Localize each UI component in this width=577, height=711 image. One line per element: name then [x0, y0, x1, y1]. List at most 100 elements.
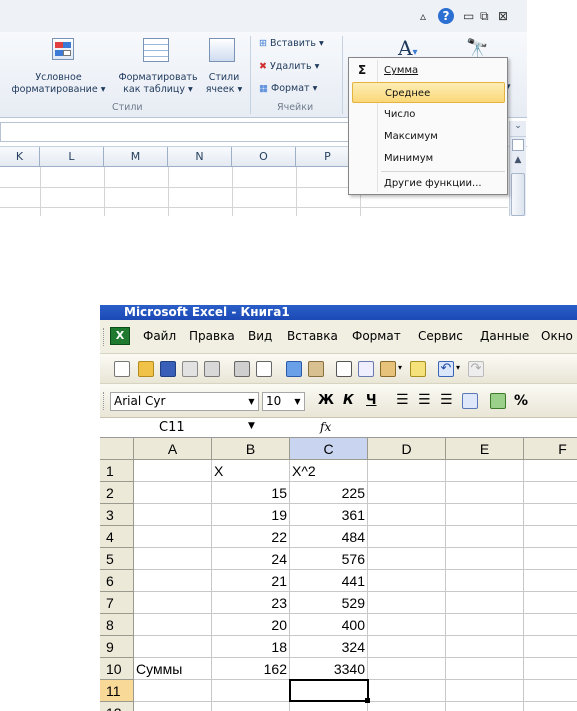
cell-c5[interactable]: 576	[290, 548, 368, 570]
research-icon[interactable]	[308, 361, 324, 377]
cell-f6[interactable]	[524, 570, 577, 592]
cell-styles-button[interactable]: Стили ячеек ▾	[203, 72, 245, 96]
column-header-e[interactable]: E	[446, 438, 524, 460]
column-header-k[interactable]: K	[0, 147, 40, 167]
cell-e9[interactable]	[446, 636, 524, 658]
cell-f5[interactable]	[524, 548, 577, 570]
cell-a6[interactable]	[134, 570, 212, 592]
scroll-up-icon[interactable]: ▲	[510, 155, 526, 169]
font-size-select[interactable]: 10 ▼	[262, 392, 305, 411]
select-all-corner[interactable]	[100, 438, 134, 460]
currency-icon[interactable]	[490, 393, 506, 409]
cell-b10[interactable]: 162	[212, 658, 290, 680]
cell-c3[interactable]: 361	[290, 504, 368, 526]
row-header-9[interactable]: 9	[100, 636, 134, 658]
merge-center-icon[interactable]	[462, 393, 478, 409]
cell-e5[interactable]	[446, 548, 524, 570]
cell-f1[interactable]	[524, 460, 577, 482]
cell-e2[interactable]	[446, 482, 524, 504]
cell-b4[interactable]: 22	[212, 526, 290, 548]
scrollbar-thumb[interactable]	[511, 173, 525, 216]
column-header-a[interactable]: A	[134, 438, 212, 460]
cell-b1[interactable]: X	[212, 460, 290, 482]
cell-d6[interactable]	[368, 570, 446, 592]
cell-f10[interactable]	[524, 658, 577, 680]
chevron-down-icon[interactable]: ▼	[291, 393, 304, 410]
cell-b3[interactable]: 19	[212, 504, 290, 526]
cell-b12[interactable]	[212, 702, 290, 711]
menu-data[interactable]: Данные	[480, 329, 529, 343]
cell-a12[interactable]	[134, 702, 212, 711]
menu-format[interactable]: Формат	[352, 329, 401, 343]
cell-c4[interactable]: 484	[290, 526, 368, 548]
copy-icon[interactable]	[358, 361, 374, 377]
cell-e7[interactable]	[446, 592, 524, 614]
menu-window[interactable]: Окно	[541, 329, 573, 343]
cell-d3[interactable]	[368, 504, 446, 526]
window-close-icon[interactable]: ⊠	[498, 9, 508, 23]
email-icon[interactable]	[204, 361, 220, 377]
chevron-down-icon[interactable]: ▼	[245, 393, 258, 410]
column-header-c[interactable]: C	[290, 438, 368, 460]
chevron-down-icon[interactable]: ▼	[248, 421, 255, 431]
row-header-8[interactable]: 8	[100, 614, 134, 636]
row-header-1[interactable]: 1	[100, 460, 134, 482]
cell-a10[interactable]: Суммы	[134, 658, 212, 680]
cell-b7[interactable]: 23	[212, 592, 290, 614]
column-header-b[interactable]: B	[212, 438, 290, 460]
cell-a9[interactable]	[134, 636, 212, 658]
cell-c12[interactable]	[290, 702, 368, 711]
help-icon[interactable]: ?	[438, 8, 454, 24]
cell-f4[interactable]	[524, 526, 577, 548]
cut-icon[interactable]	[336, 361, 352, 377]
cell-a8[interactable]	[134, 614, 212, 636]
italic-button[interactable]: К	[343, 393, 354, 408]
cell-a2[interactable]	[134, 482, 212, 504]
cell-c7[interactable]: 529	[290, 592, 368, 614]
cell-d11[interactable]	[368, 680, 446, 702]
cell-d1[interactable]	[368, 460, 446, 482]
column-header-f[interactable]: F	[524, 438, 577, 460]
print-preview-icon[interactable]	[256, 361, 272, 377]
window-minimize-icon[interactable]: ▭	[463, 9, 474, 23]
cell-c8[interactable]: 400	[290, 614, 368, 636]
fill-handle[interactable]	[365, 698, 370, 703]
redo-icon[interactable]: ↷	[468, 361, 484, 377]
fx-icon[interactable]: fx	[320, 420, 331, 434]
conditional-formatting-button[interactable]: Условное форматирование ▾	[0, 72, 117, 96]
new-icon[interactable]	[114, 361, 130, 377]
cell-e12[interactable]	[446, 702, 524, 711]
cell-a4[interactable]	[134, 526, 212, 548]
cell-d9[interactable]	[368, 636, 446, 658]
column-header-n[interactable]: N	[168, 147, 232, 167]
menu-item-sum[interactable]: Σ Сумма	[352, 60, 505, 81]
format-as-table-button[interactable]: Форматировать как таблицу ▾	[112, 72, 204, 96]
format-painter-icon[interactable]	[410, 361, 426, 377]
menu-insert[interactable]: Вставка	[287, 329, 338, 343]
cell-a11[interactable]	[134, 680, 212, 702]
row-header-5[interactable]: 5	[100, 548, 134, 570]
spelling-icon[interactable]	[286, 361, 302, 377]
cell-b6[interactable]: 21	[212, 570, 290, 592]
row-header-2[interactable]: 2	[100, 482, 134, 504]
cell-b11[interactable]	[212, 680, 290, 702]
cell-d12[interactable]	[368, 702, 446, 711]
font-name-select[interactable]: Arial Cyr ▼	[110, 392, 259, 411]
bold-button[interactable]: Ж	[318, 393, 334, 408]
cell-c1[interactable]: X^2	[290, 460, 368, 482]
cell-b8[interactable]: 20	[212, 614, 290, 636]
undo-icon[interactable]: ↶	[438, 361, 454, 377]
cell-e11[interactable]	[446, 680, 524, 702]
cell-f3[interactable]	[524, 504, 577, 526]
column-header-m[interactable]: M	[104, 147, 168, 167]
cell-a1[interactable]	[134, 460, 212, 482]
cell-e10[interactable]	[446, 658, 524, 680]
menu-file[interactable]: Файл	[143, 329, 176, 343]
column-header-l[interactable]: L	[40, 147, 104, 167]
cell-c6[interactable]: 441	[290, 570, 368, 592]
formula-input[interactable]	[340, 419, 576, 437]
column-header-o[interactable]: O	[232, 147, 296, 167]
cell-d4[interactable]	[368, 526, 446, 548]
row-header-10[interactable]: 10	[100, 658, 134, 680]
cell-b2[interactable]: 15	[212, 482, 290, 504]
